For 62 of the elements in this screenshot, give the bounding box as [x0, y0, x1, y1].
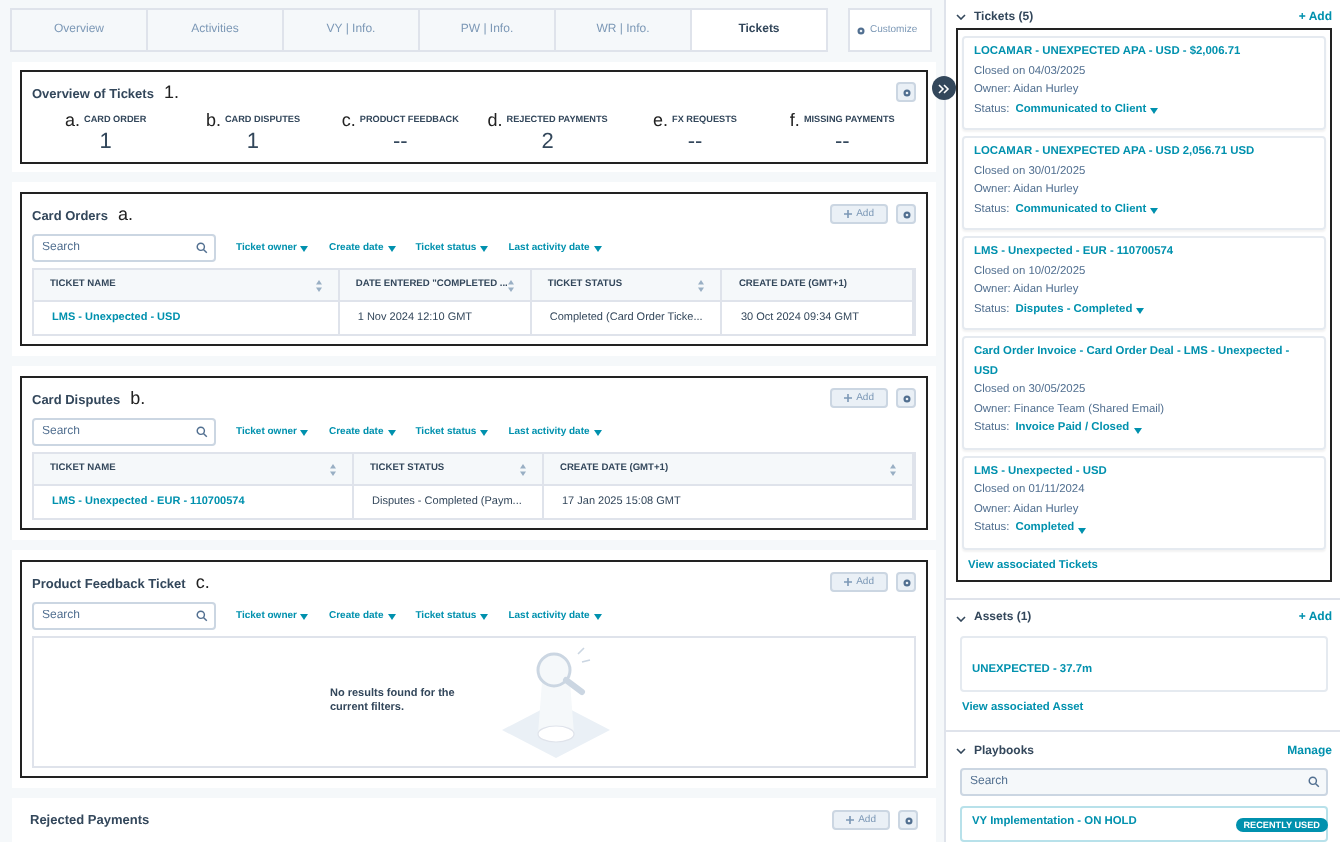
- chevron-down-icon: [956, 14, 966, 21]
- plus-icon: [844, 578, 853, 586]
- stat-value: 1: [99, 130, 112, 154]
- sort-icon: [315, 279, 322, 291]
- settings-icon: [856, 25, 866, 35]
- double-chevron-icon: [938, 83, 950, 93]
- stat-value: 2: [541, 130, 554, 154]
- caret-icon: [593, 429, 602, 435]
- chevron-down-icon: [956, 615, 966, 622]
- caret-icon: [480, 429, 489, 435]
- search-icon: [1308, 776, 1320, 789]
- caret-icon: [300, 613, 309, 619]
- settings-button[interactable]: [896, 204, 916, 224]
- search-icon: [196, 242, 208, 254]
- chevron-down-icon: [956, 748, 966, 755]
- annotation-label: c.: [195, 572, 210, 592]
- settings-button[interactable]: [896, 572, 916, 592]
- annotation-label: 1.: [163, 82, 179, 102]
- stat-value: --: [834, 130, 850, 154]
- plus-icon: [844, 394, 853, 402]
- settings-icon: [901, 209, 911, 219]
- caret-icon: [1133, 427, 1142, 434]
- caret-icon: [1078, 527, 1087, 534]
- caret-icon: [1136, 308, 1145, 315]
- sort-icon: [698, 279, 705, 291]
- caret-icon: [480, 613, 489, 619]
- caret-icon: [1150, 208, 1159, 215]
- annotation-label: b.: [130, 388, 146, 408]
- stat-value: 1: [246, 130, 260, 154]
- search-icon: [196, 610, 208, 622]
- caret-icon: [593, 613, 602, 619]
- annotation-label: b.: [205, 110, 221, 130]
- caret-icon: [300, 429, 309, 435]
- caret-icon: [593, 245, 602, 251]
- settings-icon: [901, 87, 911, 97]
- search-icon: [196, 426, 208, 438]
- settings-icon: [901, 577, 911, 587]
- settings-button[interactable]: [898, 810, 918, 830]
- caret-icon: [480, 245, 489, 251]
- settings-button[interactable]: [896, 388, 916, 408]
- settings-icon: [901, 393, 911, 403]
- annotation-label: c.: [341, 110, 356, 130]
- annotation-label: a.: [65, 110, 81, 130]
- caret-icon: [387, 429, 396, 435]
- sort-icon: [520, 463, 526, 475]
- annotation-label: a.: [117, 204, 133, 224]
- sort-icon: [330, 463, 336, 475]
- sort-icon: [507, 279, 514, 291]
- plus-icon: [846, 816, 855, 824]
- caret-icon: [387, 613, 396, 619]
- annotation-label: f.: [789, 110, 800, 130]
- annotation-label: d.: [487, 110, 503, 130]
- stat-value: --: [687, 130, 703, 154]
- stat-value: --: [392, 130, 408, 154]
- annotation-label: e.: [653, 110, 669, 130]
- sort-icon: [890, 463, 896, 475]
- caret-icon: [300, 245, 309, 251]
- caret-icon: [1150, 108, 1159, 115]
- settings-button[interactable]: [896, 82, 916, 102]
- caret-icon: [387, 245, 396, 251]
- settings-icon: [903, 815, 913, 825]
- plus-icon: [844, 210, 853, 218]
